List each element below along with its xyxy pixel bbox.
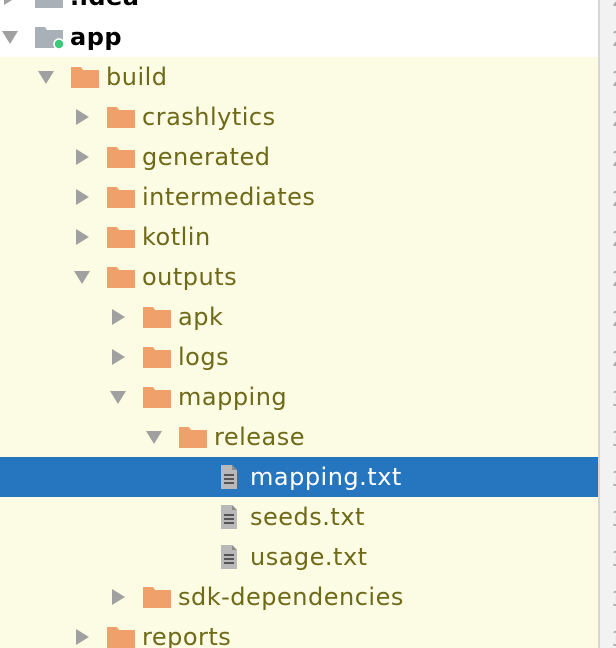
tree-item-label: .idea — [70, 0, 140, 17]
tree-item-generated[interactable]: generated — [0, 137, 598, 177]
tree-item-label: mapping.txt — [250, 463, 402, 491]
line-number: 3 — [612, 619, 616, 648]
tree-item-reports[interactable]: reports — [0, 617, 598, 648]
tree-item-label: reports — [142, 623, 232, 648]
tree-item-usage-txt[interactable]: usage.txt — [0, 537, 598, 577]
folder-icon — [178, 425, 208, 449]
line-number: 2 — [612, 139, 616, 179]
chevron-down-icon[interactable] — [0, 27, 20, 47]
chevron-right-icon[interactable] — [72, 227, 92, 247]
tree-item-label: outputs — [142, 263, 238, 291]
tree-item-seeds-txt[interactable]: seeds.txt — [0, 497, 598, 537]
text-file-icon — [214, 465, 244, 489]
chevron-right-icon[interactable] — [72, 627, 92, 647]
line-number: 3 — [612, 579, 616, 619]
chevron-right-icon[interactable] — [72, 187, 92, 207]
line-number: 2 — [612, 339, 616, 379]
line-number: 3 — [612, 499, 616, 539]
tree-item-label: sdk-dependencies — [178, 583, 404, 611]
line-number: 3 — [612, 539, 616, 579]
line-number: 2 — [612, 219, 616, 259]
chevron-right-icon[interactable] — [72, 147, 92, 167]
chevron-right-icon[interactable] — [72, 107, 92, 127]
line-number: 2 — [612, 259, 616, 299]
tree-item-label: usage.txt — [250, 543, 368, 571]
tree-item-label: release — [214, 423, 306, 451]
tree-item-outputs[interactable]: outputs — [0, 257, 598, 297]
folder-icon — [142, 585, 172, 609]
folder-icon — [142, 305, 172, 329]
line-number: 2 — [612, 59, 616, 99]
tree-item-app[interactable]: app — [0, 17, 598, 57]
line-number: 3 — [612, 459, 616, 499]
chevron-down-icon[interactable] — [108, 387, 128, 407]
chevron-right-icon[interactable] — [108, 587, 128, 607]
chevron-right-icon[interactable] — [0, 0, 20, 7]
module-folder-icon — [34, 25, 64, 49]
folder-icon — [106, 265, 136, 289]
tree-item-label: app — [70, 23, 123, 51]
chevron-down-icon[interactable] — [72, 267, 92, 287]
line-number: 2 — [612, 0, 616, 19]
chevron-right-icon[interactable] — [108, 347, 128, 367]
tree-item-label: build — [106, 63, 168, 91]
folder-icon — [142, 385, 172, 409]
tree-item-kotlin[interactable]: kotlin — [0, 217, 598, 257]
tree-item-label: kotlin — [142, 223, 211, 251]
folder-icon — [106, 225, 136, 249]
tree-item-mapping[interactable]: mapping — [0, 377, 598, 417]
chevron-down-icon[interactable] — [36, 67, 56, 87]
tree-item-label: apk — [178, 303, 224, 331]
folder-icon — [106, 185, 136, 209]
tree-item-apk[interactable]: apk — [0, 297, 598, 337]
chevron-right-icon[interactable] — [108, 307, 128, 327]
folder-icon — [106, 625, 136, 648]
line-number: 2 — [612, 99, 616, 139]
tree-item-release[interactable]: release — [0, 417, 598, 457]
tree-item-sdk-dependencies[interactable]: sdk-dependencies — [0, 577, 598, 617]
folder-icon — [70, 65, 100, 89]
chevron-down-icon[interactable] — [144, 427, 164, 447]
folder-icon — [106, 105, 136, 129]
line-number: 2 — [612, 179, 616, 219]
tree-item-label: mapping — [178, 383, 288, 411]
tree-item-intermediates[interactable]: intermediates — [0, 177, 598, 217]
tree-item-crashlytics[interactable]: crashlytics — [0, 97, 598, 137]
tree-item-build[interactable]: build — [0, 57, 598, 97]
tree-item-label: crashlytics — [142, 103, 276, 131]
text-file-icon — [214, 505, 244, 529]
project-tree: .idea app build crashlytics generated interme… — [0, 0, 598, 648]
line-number: 3 — [612, 379, 616, 419]
line-number: 3 — [612, 419, 616, 459]
text-file-icon — [214, 545, 244, 569]
tree-item-label: intermediates — [142, 183, 316, 211]
tree-item-logs[interactable]: logs — [0, 337, 598, 377]
tree-item-label: logs — [178, 343, 230, 371]
editor-gutter: 22222222223333333 — [598, 0, 616, 648]
tree-item-idea[interactable]: .idea — [0, 0, 598, 17]
folder-icon — [34, 0, 64, 9]
tree-item-label: generated — [142, 143, 271, 171]
folder-icon — [106, 145, 136, 169]
line-number: 2 — [612, 19, 616, 59]
line-number: 2 — [612, 299, 616, 339]
tree-item-mapping-txt[interactable]: mapping.txt — [0, 457, 598, 497]
folder-icon — [142, 345, 172, 369]
tree-item-label: seeds.txt — [250, 503, 365, 531]
